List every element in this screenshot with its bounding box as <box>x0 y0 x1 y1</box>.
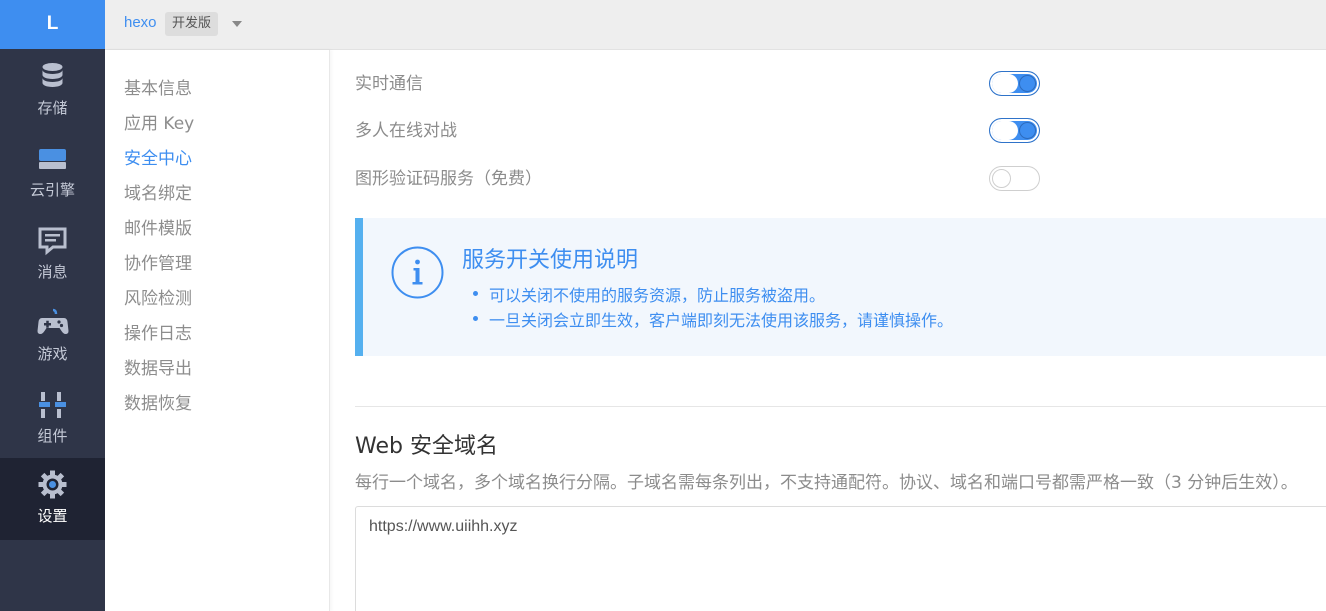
web-domains-textarea[interactable]: https://www.uiihh.xyz <box>355 506 1326 611</box>
service-row-captcha: 图形验证码服务（免费） <box>355 161 1055 191</box>
section-divider <box>355 406 1326 407</box>
gear-icon <box>38 470 67 499</box>
rail-item-label: 设置 <box>37 507 68 525</box>
realtime-toggle[interactable] <box>989 71 1040 96</box>
rail-item-game[interactable]: 游戏 <box>0 296 105 378</box>
rail-item-cloud-engine[interactable]: 云引擎 <box>0 132 105 214</box>
service-row-realtime: 实时通信 <box>355 66 1055 96</box>
multiplayer-toggle[interactable] <box>989 118 1040 143</box>
toggle-knob <box>992 169 1011 188</box>
rail-item-label: 组件 <box>37 427 68 445</box>
rail-item-storage[interactable]: 存储 <box>0 50 105 132</box>
subnav-item-app-key[interactable]: 应用 Key <box>124 109 194 134</box>
rail-item-label: 云引擎 <box>29 181 75 199</box>
captcha-toggle[interactable] <box>989 166 1040 191</box>
web-domains-value: https://www.uiihh.xyz <box>369 518 518 535</box>
service-label: 图形验证码服务（免费） <box>355 169 542 189</box>
rail-item-label: 游戏 <box>37 345 68 363</box>
toggle-knob <box>1019 75 1036 92</box>
cloud-engine-icon <box>39 149 66 169</box>
notice-item: 一旦关闭会立即生效，客户端即刻无法使用该服务，请谨慎操作。 <box>471 307 953 332</box>
message-icon <box>38 227 67 256</box>
database-icon <box>42 63 63 87</box>
subnav-item-basic-info[interactable]: 基本信息 <box>124 74 192 99</box>
web-domains-description: 每行一个域名，多个域名换行分隔。子域名需每条列出，不支持通配符。协议、域名和端口… <box>355 473 1298 493</box>
subnav-item-collaboration[interactable]: 协作管理 <box>124 249 192 274</box>
subnav-item-security-center[interactable]: 安全中心 <box>124 144 192 169</box>
notice-item: 可以关闭不使用的服务资源，防止服务被盗用。 <box>471 282 953 307</box>
info-icon <box>391 246 444 299</box>
service-switch-notice: 服务开关使用说明 可以关闭不使用的服务资源，防止服务被盗用。 一旦关闭会立即生效… <box>355 218 1326 356</box>
service-label: 实时通信 <box>355 74 423 94</box>
subnav-item-risk-detection[interactable]: 风险检测 <box>124 284 192 309</box>
app-name-link[interactable]: hexo <box>124 14 157 31</box>
rail-item-settings[interactable]: 设置 <box>0 458 105 540</box>
app-root: L 存储 云引擎 消息 游戏 组件 设置 hexo 开发版 基本信息 应用 Ke… <box>0 0 1326 611</box>
notice-title: 服务开关使用说明 <box>462 248 639 273</box>
top-bar: hexo 开发版 <box>105 0 1326 50</box>
env-badge: 开发版 <box>165 12 219 36</box>
main-content: 实时通信 多人在线对战 图形验证码服务（免费） 服务开关使用说明 可以关闭不使用… <box>331 50 1326 611</box>
icon-rail: L 存储 云引擎 消息 游戏 组件 设置 <box>0 0 105 611</box>
subnav-item-data-export[interactable]: 数据导出 <box>124 354 192 379</box>
rail-item-components[interactable]: 组件 <box>0 378 105 460</box>
settings-subnav: 基本信息 应用 Key 安全中心 域名绑定 邮件模版 协作管理 风险检测 操作日… <box>105 50 330 611</box>
service-row-multiplayer: 多人在线对战 <box>355 113 1055 143</box>
rail-item-label: 消息 <box>37 263 68 281</box>
subnav-item-operation-log[interactable]: 操作日志 <box>124 319 192 344</box>
notice-list: 可以关闭不使用的服务资源，防止服务被盗用。 一旦关闭会立即生效，客户端即刻无法使… <box>471 282 953 332</box>
subnav-item-domain-binding[interactable]: 域名绑定 <box>124 179 192 204</box>
app-logo[interactable]: L <box>0 0 105 49</box>
subnav-item-email-templates[interactable]: 邮件模版 <box>124 214 192 239</box>
gamepad-icon <box>37 308 69 334</box>
components-icon <box>39 392 66 418</box>
subnav-item-data-restore[interactable]: 数据恢复 <box>124 389 192 414</box>
toggle-knob <box>1019 122 1036 139</box>
rail-item-message[interactable]: 消息 <box>0 214 105 296</box>
app-switcher-caret-icon[interactable] <box>232 21 242 27</box>
rail-item-label: 存储 <box>37 99 68 117</box>
web-domains-title: Web 安全域名 <box>355 434 498 459</box>
service-label: 多人在线对战 <box>355 121 457 141</box>
